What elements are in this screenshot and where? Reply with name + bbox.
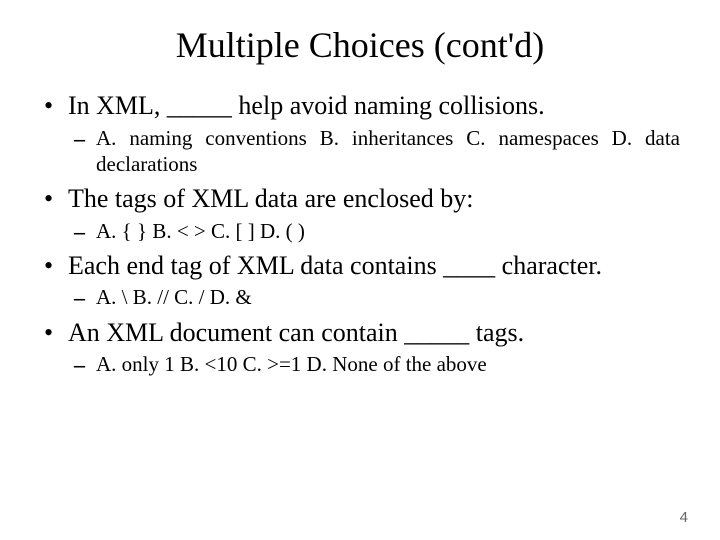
list-item: In XML, _____ help avoid naming collisio…: [40, 90, 680, 177]
list-item: An XML document can contain _____ tags. …: [40, 317, 680, 378]
question-text: Each end tag of XML data contains ____ c…: [40, 250, 680, 283]
options-text: A. naming conventions B. inheritances C.…: [40, 125, 680, 178]
options-text: A. \ B. // C. / D. &: [40, 284, 680, 310]
list-item: The tags of XML data are enclosed by: A.…: [40, 183, 680, 244]
slide-title: Multiple Choices (cont'd): [40, 24, 680, 66]
question-text: In XML, _____ help avoid naming collisio…: [40, 90, 680, 123]
options-text: A. only 1 B. <10 C. >=1 D. None of the a…: [40, 351, 680, 377]
options-text: A. { } B. < > C. [ ] D. ( ): [40, 218, 680, 244]
question-list: In XML, _____ help avoid naming collisio…: [40, 90, 680, 377]
list-item: Each end tag of XML data contains ____ c…: [40, 250, 680, 311]
question-text: The tags of XML data are enclosed by:: [40, 183, 680, 216]
page-number: 4: [680, 509, 688, 526]
question-text: An XML document can contain _____ tags.: [40, 317, 680, 350]
